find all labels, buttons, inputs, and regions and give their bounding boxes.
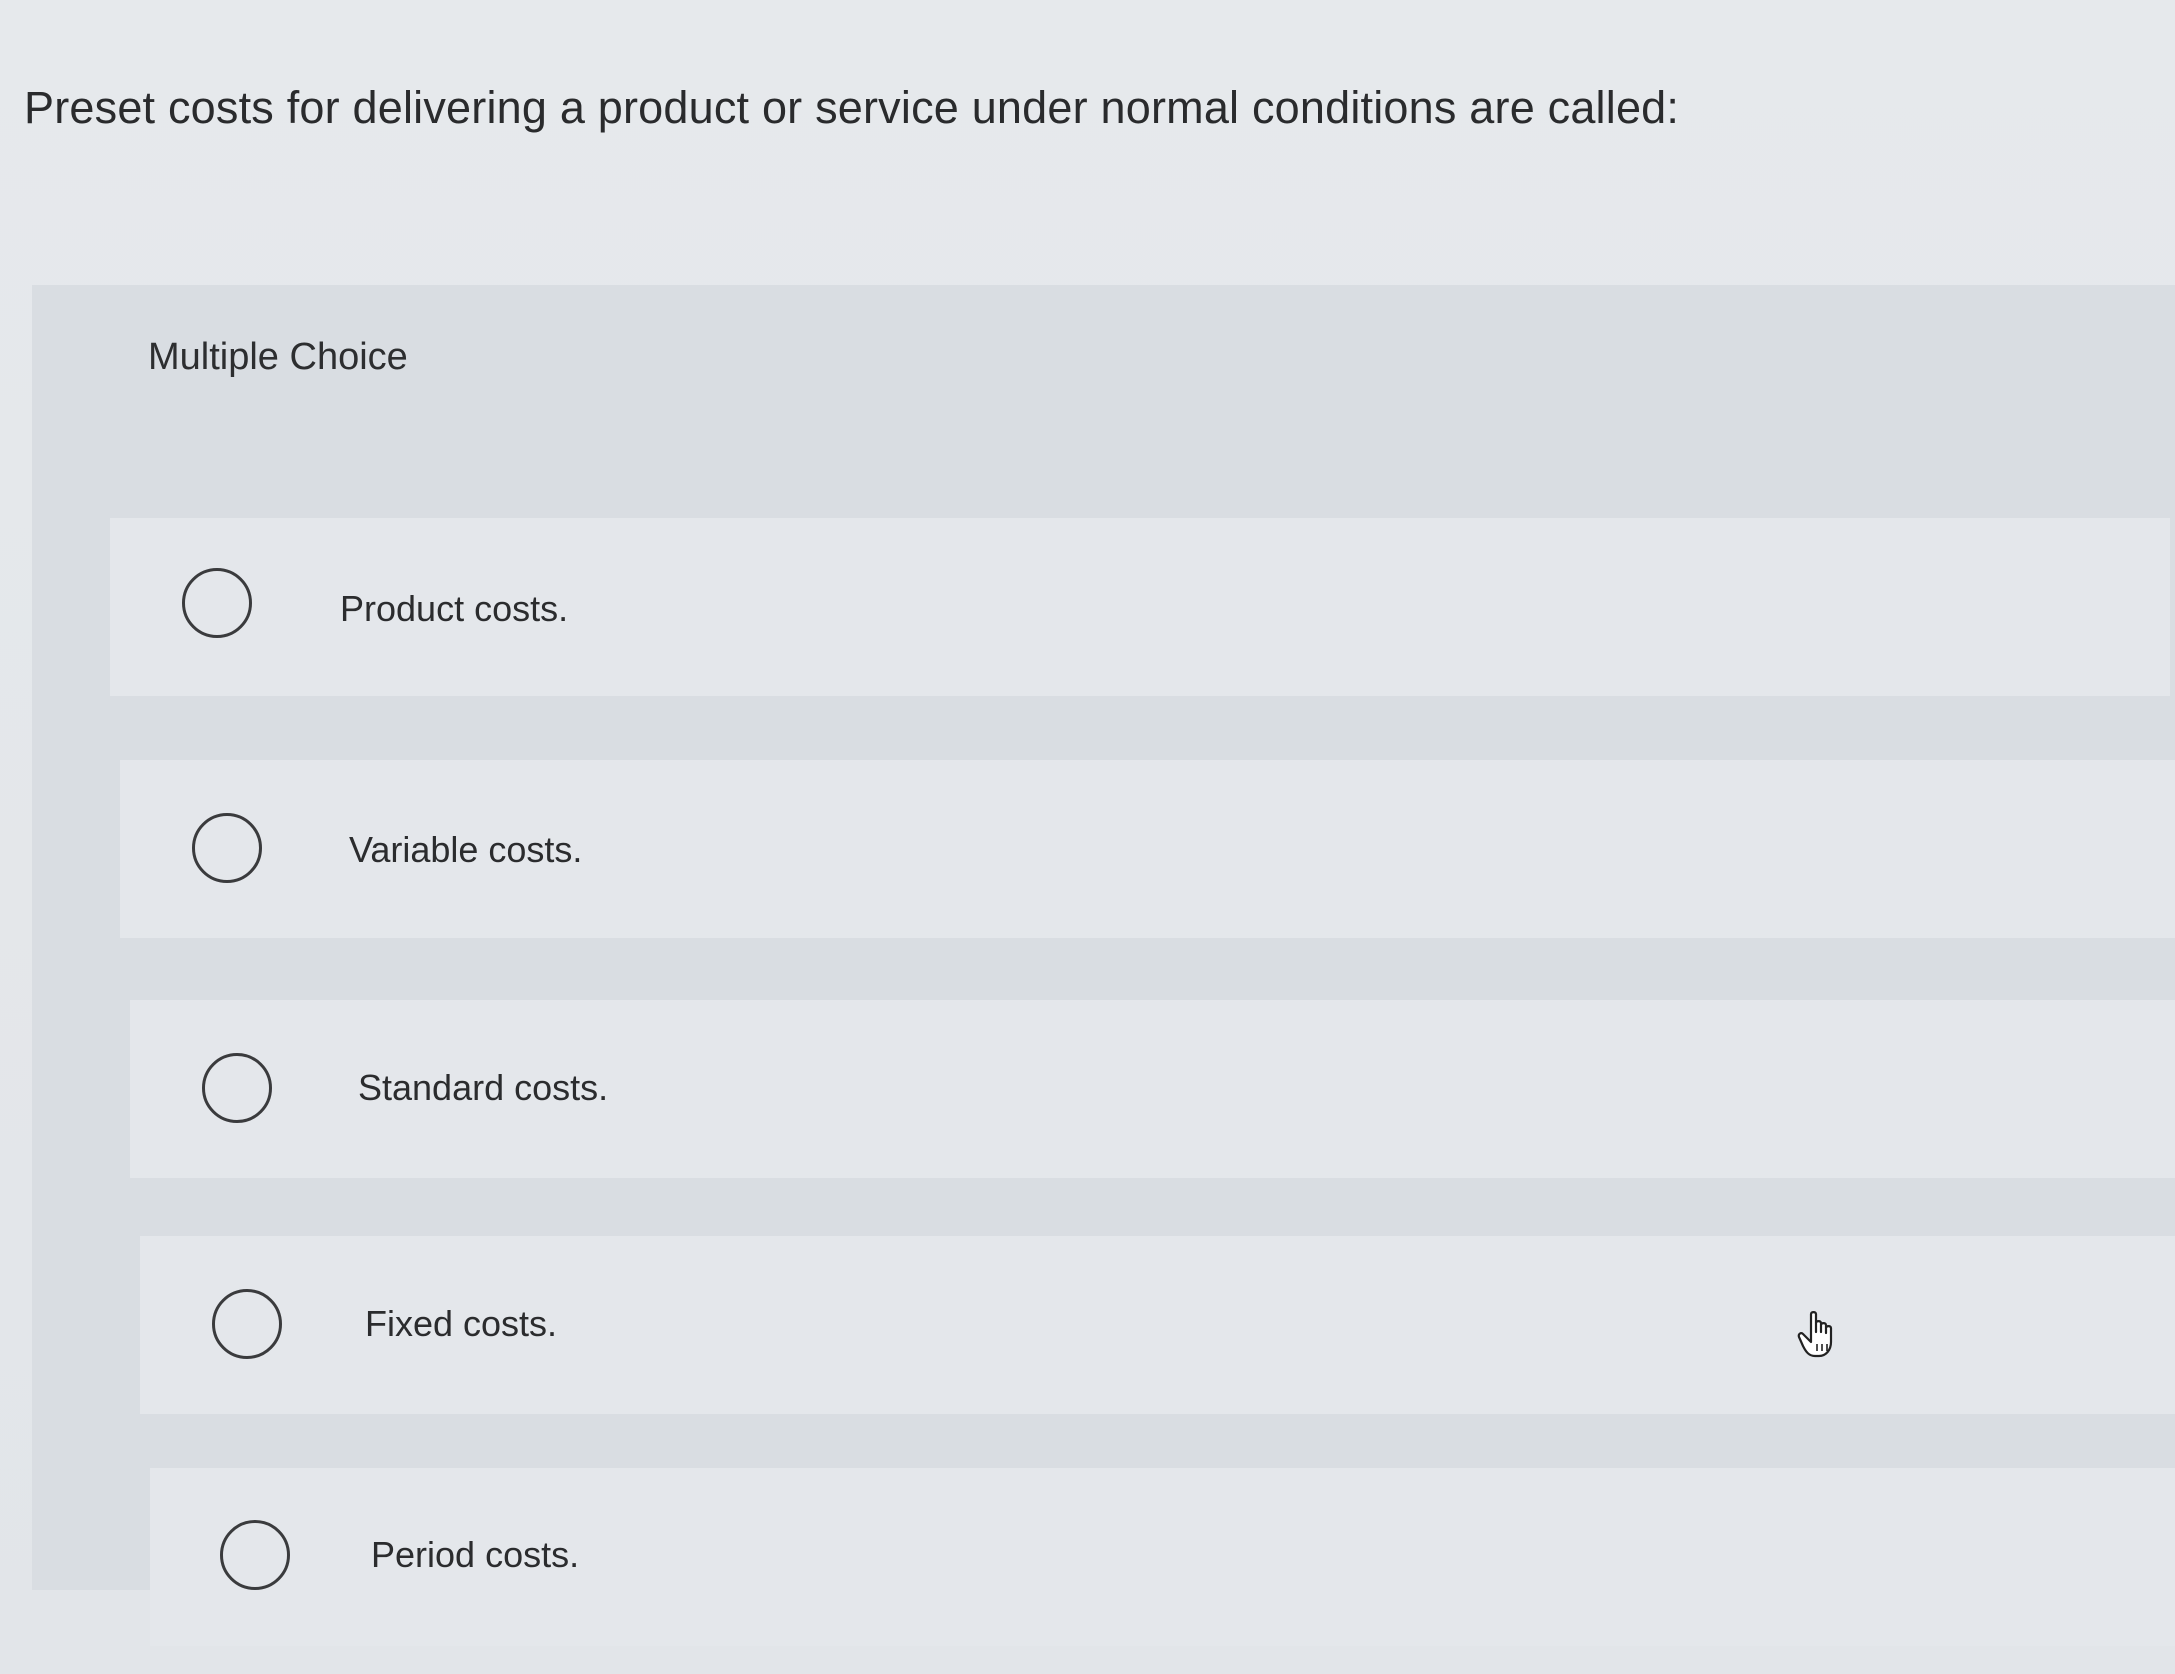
- choice-label: Fixed costs.: [365, 1303, 558, 1344]
- choice-label: Product costs.: [340, 588, 569, 629]
- choice-label: Variable costs.: [349, 829, 583, 870]
- hand-pointer-icon: [1797, 1310, 1843, 1360]
- radio-button[interactable]: [220, 1520, 290, 1590]
- question-text: Preset costs for delivering a product or…: [24, 82, 1680, 133]
- choice-label: Standard costs.: [358, 1067, 609, 1108]
- quiz-page: Preset costs for delivering a product or…: [0, 0, 2175, 1674]
- radio-button[interactable]: [192, 813, 262, 883]
- choice-option-period-costs[interactable]: Period costs.: [150, 1468, 2175, 1646]
- radio-button[interactable]: [182, 568, 252, 638]
- radio-button[interactable]: [202, 1053, 272, 1123]
- choice-option-product-costs[interactable]: Product costs.: [110, 518, 2170, 696]
- multiple-choice-label: Multiple Choice: [148, 336, 408, 378]
- radio-button[interactable]: [212, 1289, 282, 1359]
- choice-option-fixed-costs[interactable]: Fixed costs.: [140, 1236, 2175, 1414]
- choice-label: Period costs.: [371, 1534, 580, 1575]
- choice-option-standard-costs[interactable]: Standard costs.: [130, 1000, 2175, 1178]
- choice-option-variable-costs[interactable]: Variable costs.: [120, 760, 2175, 938]
